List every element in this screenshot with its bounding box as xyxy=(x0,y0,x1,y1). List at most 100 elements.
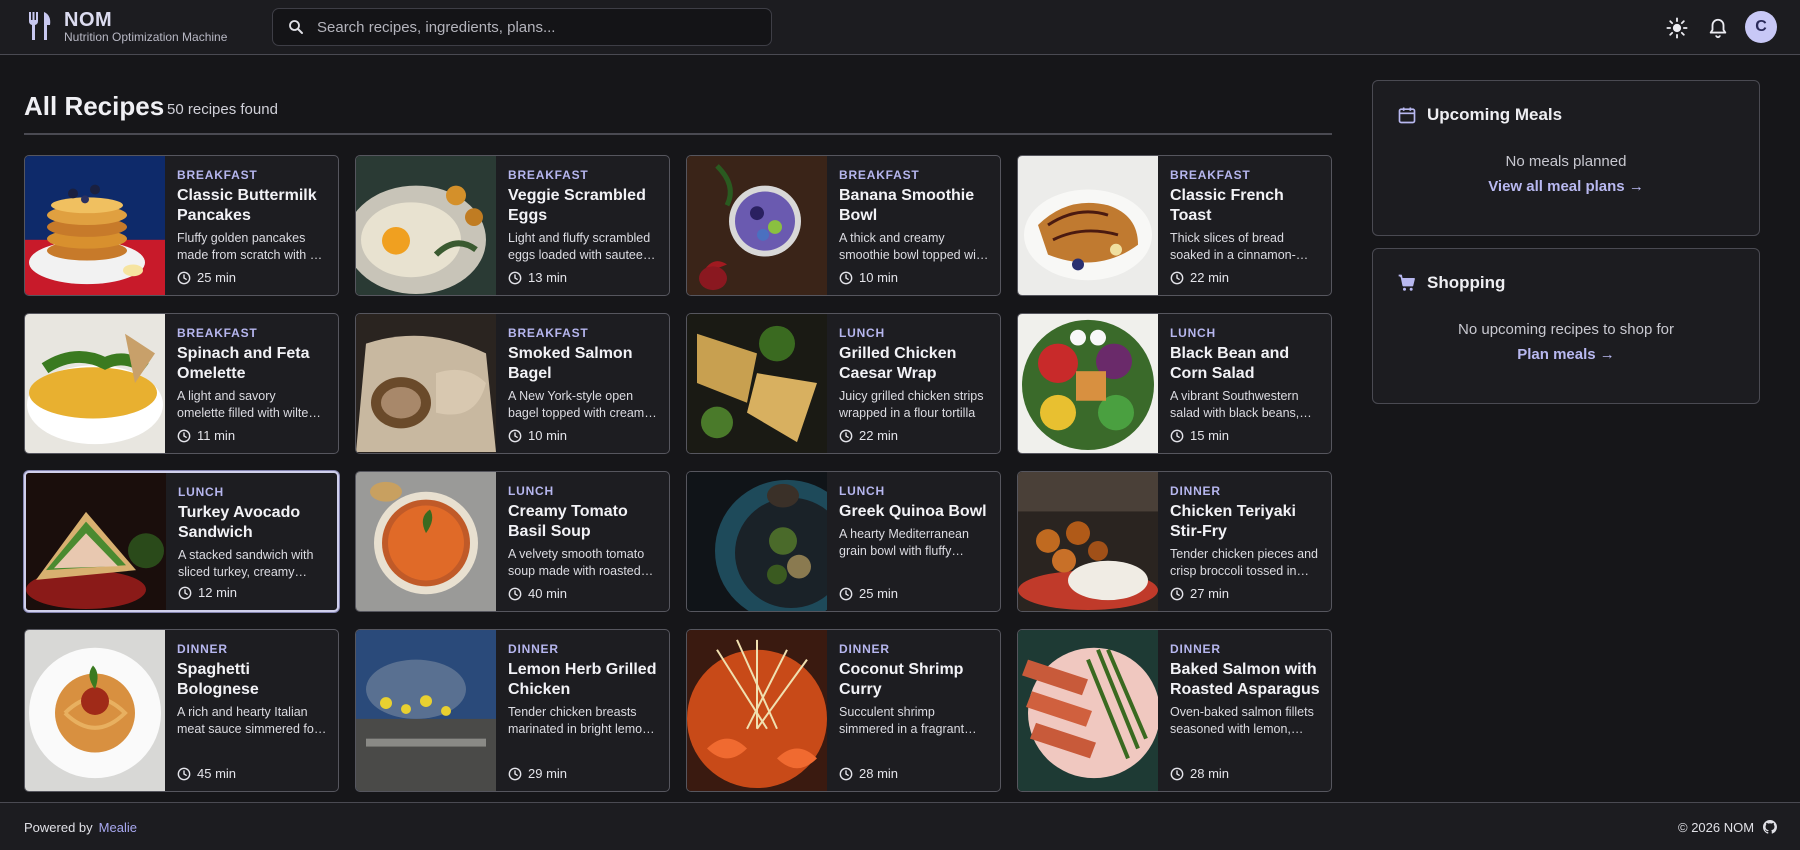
recipe-time-value: 28 min xyxy=(859,766,899,781)
search-box[interactable] xyxy=(272,8,772,46)
recipe-card[interactable]: Breakfast Classic Buttermilk Pancakes Fl… xyxy=(24,155,339,296)
mealie-link[interactable]: Mealie xyxy=(99,820,137,835)
recipe-time: 25 min xyxy=(839,586,898,601)
shopping-cart-icon xyxy=(1398,274,1415,291)
recipe-time-value: 13 min xyxy=(528,270,568,285)
recipe-time: 27 min xyxy=(1170,586,1229,601)
recipe-card[interactable]: Dinner Coconut Shrimp Curry Succulent sh… xyxy=(686,629,1001,792)
recipe-title[interactable]: Black Bean and Corn Salad xyxy=(1170,344,1320,384)
recipe-title[interactable]: Smoked Salmon Bagel xyxy=(508,344,658,384)
recipe-card[interactable]: Breakfast Classic French Toast Thick sli… xyxy=(1017,155,1332,296)
recipe-thumbnail xyxy=(26,473,166,610)
recipe-title[interactable]: Turkey Avocado Sandwich xyxy=(178,503,326,543)
recipe-card[interactable]: Dinner Chicken Teriyaki Stir-Fry Tender … xyxy=(1017,471,1332,612)
clock-icon xyxy=(508,767,522,780)
recipe-title[interactable]: Greek Quinoa Bowl xyxy=(839,502,989,522)
clock-icon xyxy=(839,429,853,442)
recipe-thumbnail xyxy=(1018,156,1158,295)
recipe-title[interactable]: Classic French Toast xyxy=(1170,186,1320,226)
recipe-title[interactable]: Spinach and Feta Omelette xyxy=(177,344,327,384)
recipe-title[interactable]: Chicken Teriyaki Stir-Fry xyxy=(1170,502,1320,542)
recipe-title[interactable]: Coconut Shrimp Curry xyxy=(839,660,989,700)
recipe-thumbnail xyxy=(356,156,496,295)
recipe-time-value: 40 min xyxy=(528,586,568,601)
recipe-card[interactable]: Lunch Greek Quinoa Bowl A hearty Mediter… xyxy=(686,471,1001,612)
recipe-time: 45 min xyxy=(177,766,236,781)
recipe-time: 13 min xyxy=(508,270,567,285)
recipe-category: Breakfast xyxy=(1170,168,1251,182)
recipe-time-value: 10 min xyxy=(528,428,568,443)
clock-icon xyxy=(839,767,853,780)
recipe-thumbnail xyxy=(356,630,496,791)
recipe-time: 29 min xyxy=(508,766,567,781)
search-input[interactable] xyxy=(317,18,771,36)
recipe-time: 11 min xyxy=(177,428,235,443)
recipe-description: A light and savory omelette filled with … xyxy=(177,389,316,420)
recipe-title[interactable]: Spaghetti Bolognese xyxy=(177,660,327,700)
recipe-card[interactable]: Lunch Black Bean and Corn Salad A vibran… xyxy=(1017,313,1332,454)
recipe-description: Oven-baked salmon fillets seasoned with … xyxy=(1170,705,1314,736)
recipe-category: Breakfast xyxy=(839,168,920,182)
recipe-description: Thick slices of bread soaked in a cinnam… xyxy=(1170,231,1296,262)
recipe-card[interactable]: Breakfast Banana Smoothie Bowl A thick a… xyxy=(686,155,1001,296)
recipe-category: Dinner xyxy=(1170,484,1221,498)
recipe-card[interactable]: Dinner Spaghetti Bolognese A rich and he… xyxy=(24,629,339,792)
recipe-category: Dinner xyxy=(1170,642,1221,656)
recipe-time-value: 28 min xyxy=(1190,766,1230,781)
recipe-count: 50 recipes found xyxy=(167,101,278,118)
recipe-title[interactable]: Creamy Tomato Basil Soup xyxy=(508,502,658,542)
theme-toggle-sun-icon[interactable] xyxy=(1666,17,1688,39)
recipe-time-value: 25 min xyxy=(859,586,899,601)
recipe-category: Dinner xyxy=(508,642,559,656)
user-avatar[interactable]: C xyxy=(1745,11,1777,43)
upcoming-meals-panel: Upcoming Meals No meals planned View all… xyxy=(1372,80,1760,236)
recipe-time-value: 12 min xyxy=(198,585,238,600)
recipe-category: Breakfast xyxy=(177,326,258,340)
recipe-card[interactable]: Dinner Lemon Herb Grilled Chicken Tender… xyxy=(355,629,670,792)
recipe-title[interactable]: Grilled Chicken Caesar Wrap xyxy=(839,344,989,384)
clock-icon xyxy=(178,586,192,599)
app-logo[interactable]: NOM Nutrition Optimization Machine xyxy=(26,10,227,44)
copyright-text: © 2026 NOM xyxy=(1678,820,1755,835)
recipe-card[interactable]: Lunch Creamy Tomato Basil Soup A velvety… xyxy=(355,471,670,612)
recipe-time: 28 min xyxy=(1170,766,1229,781)
recipe-time-value: 22 min xyxy=(859,428,899,443)
recipe-thumbnail xyxy=(687,472,827,611)
title-divider xyxy=(24,133,1332,135)
shopping-title: Shopping xyxy=(1427,273,1506,292)
clock-icon xyxy=(1170,767,1184,780)
recipe-title[interactable]: Banana Smoothie Bowl xyxy=(839,186,989,226)
recipe-card[interactable]: Breakfast Veggie Scrambled Eggs Light an… xyxy=(355,155,670,296)
recipe-thumbnail xyxy=(25,630,165,791)
recipe-title[interactable]: Baked Salmon with Roasted Asparagus xyxy=(1170,660,1320,700)
recipe-description: Tender chicken breasts marinated in brig… xyxy=(508,705,650,736)
clock-icon xyxy=(839,587,853,600)
recipe-card[interactable]: Lunch Turkey Avocado Sandwich A stacked … xyxy=(24,471,339,612)
recipe-description: Fluffy golden pancakes made from scratch… xyxy=(177,231,317,262)
recipe-category: Lunch xyxy=(839,326,885,340)
clock-icon xyxy=(508,429,522,442)
recipe-card[interactable]: Breakfast Spinach and Feta Omelette A li… xyxy=(24,313,339,454)
recipe-title[interactable]: Lemon Herb Grilled Chicken xyxy=(508,660,658,700)
recipe-description: A stacked sandwich with sliced turkey, c… xyxy=(178,548,314,579)
view-meal-plans-link[interactable]: View all meal plans → xyxy=(1373,178,1759,195)
recipe-description: Light and fluffy scrambled eggs loaded w… xyxy=(508,231,651,262)
recipe-card[interactable]: Breakfast Smoked Salmon Bagel A New York… xyxy=(355,313,670,454)
app-header: NOM Nutrition Optimization Machine C xyxy=(0,0,1800,55)
clock-icon xyxy=(177,767,191,780)
recipe-card[interactable]: Lunch Grilled Chicken Caesar Wrap Juicy … xyxy=(686,313,1001,454)
recipe-time-value: 25 min xyxy=(197,270,237,285)
recipe-time-value: 11 min xyxy=(197,428,236,443)
recipe-thumbnail xyxy=(687,630,827,791)
app-footer: Powered by Mealie © 2026 NOM xyxy=(0,802,1800,850)
recipe-title[interactable]: Classic Buttermilk Pancakes xyxy=(177,186,327,226)
recipe-category: Breakfast xyxy=(508,326,589,340)
recipe-title[interactable]: Veggie Scrambled Eggs xyxy=(508,186,658,226)
notifications-bell-icon[interactable] xyxy=(1707,17,1729,39)
github-icon[interactable] xyxy=(1763,820,1777,834)
recipe-description: Juicy grilled chicken strips wrapped in … xyxy=(839,389,984,420)
plan-meals-link[interactable]: Plan meals → xyxy=(1373,346,1759,363)
recipe-card[interactable]: Dinner Baked Salmon with Roasted Asparag… xyxy=(1017,629,1332,792)
recipe-thumbnail xyxy=(687,314,827,453)
recipe-time-value: 15 min xyxy=(1190,428,1230,443)
